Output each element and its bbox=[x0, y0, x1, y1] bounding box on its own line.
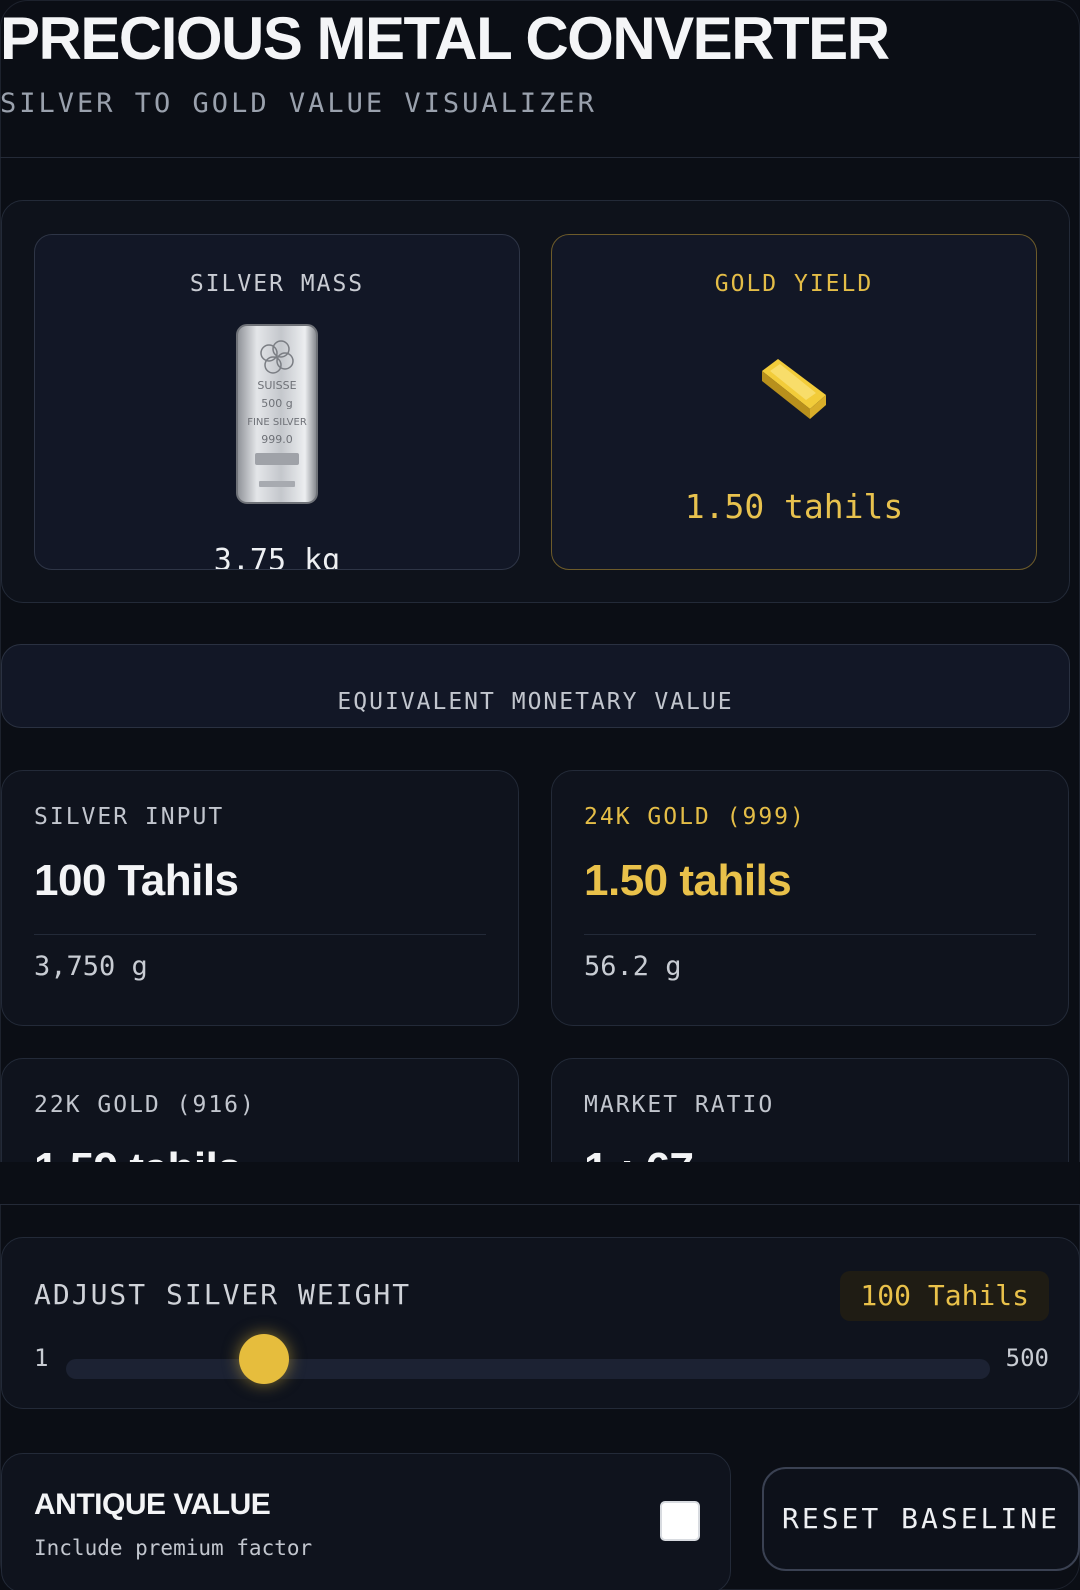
gold-yield-label: GOLD YIELD bbox=[714, 271, 874, 297]
visual-panel: SILVER MASS SUISSE 500 g FINE SILVER 999… bbox=[1, 200, 1070, 603]
slider-label: ADJUST SILVER WEIGHT bbox=[34, 1278, 412, 1311]
page-title: PRECIOUS METAL CONVERTER bbox=[0, 5, 890, 72]
antique-checkbox[interactable] bbox=[660, 1501, 700, 1541]
slider-value-badge: 100 Tahils bbox=[840, 1271, 1049, 1321]
silver-mass-label: SILVER MASS bbox=[189, 271, 365, 297]
silver-bar-line-4: 999.0 bbox=[261, 433, 293, 446]
monetary-value-header: EQUIVALENT MONETARY VALUE bbox=[1, 644, 1070, 728]
stats-grid: SILVER INPUT 100 Tahils 3,750 g 24K GOLD… bbox=[0, 770, 1080, 1162]
silver-mass-card: SILVER MASS SUISSE 500 g FINE SILVER 999… bbox=[34, 234, 520, 570]
stat-value: 100 Tahils bbox=[34, 856, 239, 905]
stat-value: 1.50 tahils bbox=[584, 856, 792, 905]
stat-value: 1 : 67 bbox=[584, 1144, 1036, 1162]
reset-baseline-button[interactable]: RESET BASELINE bbox=[762, 1467, 1080, 1571]
controls-divider bbox=[0, 1204, 1080, 1205]
gold-bar-icon bbox=[758, 357, 830, 423]
stat-label: 24K GOLD (999) bbox=[584, 804, 806, 830]
gold-yield-value: 1.50 tahils bbox=[684, 487, 904, 526]
silver-bar-line-3: FINE SILVER bbox=[247, 417, 307, 428]
slider-max-label: 500 bbox=[1005, 1344, 1049, 1372]
stat-card-22k-gold: 22K GOLD (916) 1.59 tahils bbox=[1, 1058, 519, 1162]
gold-yield-card: GOLD YIELD 1.50 tahils bbox=[551, 234, 1037, 570]
stat-value: 1.59 tahils bbox=[34, 1144, 486, 1162]
stat-divider bbox=[34, 934, 486, 935]
stat-card-24k-gold: 24K GOLD (999) 1.50 tahils 56.2 g bbox=[551, 770, 1069, 1026]
stat-card-silver-input: SILVER INPUT 100 Tahils 3,750 g bbox=[1, 770, 519, 1026]
weight-slider-panel: ADJUST SILVER WEIGHT 100 Tahils 1 500 bbox=[1, 1237, 1080, 1409]
stats-fade bbox=[0, 1162, 1080, 1204]
stat-label: 22K GOLD (916) bbox=[34, 1092, 256, 1118]
page-subtitle: SILVER TO GOLD VALUE VISUALIZER bbox=[0, 88, 597, 119]
stat-label: MARKET RATIO bbox=[584, 1092, 775, 1118]
header-divider bbox=[0, 157, 1080, 158]
stat-label: SILVER INPUT bbox=[34, 804, 225, 830]
slider-min-label: 1 bbox=[34, 1344, 49, 1372]
antique-value-panel: ANTIQUE VALUE Include premium factor bbox=[1, 1453, 731, 1590]
stat-sub-value: 3,750 g bbox=[34, 951, 148, 982]
slider-track[interactable] bbox=[66, 1359, 990, 1379]
silver-bar-icon: SUISSE 500 g FINE SILVER 999.0 bbox=[235, 323, 319, 505]
silver-mass-value: 3.75 kg bbox=[213, 543, 341, 570]
monetary-value-title: EQUIVALENT MONETARY VALUE bbox=[337, 689, 734, 715]
silver-bar-line-1: SUISSE bbox=[257, 379, 296, 392]
stat-card-market-ratio: MARKET RATIO 1 : 67 bbox=[551, 1058, 1069, 1162]
silver-bar-line-2: 500 g bbox=[261, 397, 292, 410]
antique-title: ANTIQUE VALUE bbox=[34, 1488, 271, 1521]
stat-divider bbox=[584, 934, 1036, 935]
stat-sub-value: 56.2 g bbox=[584, 951, 682, 982]
antique-subtitle: Include premium factor bbox=[34, 1536, 313, 1560]
